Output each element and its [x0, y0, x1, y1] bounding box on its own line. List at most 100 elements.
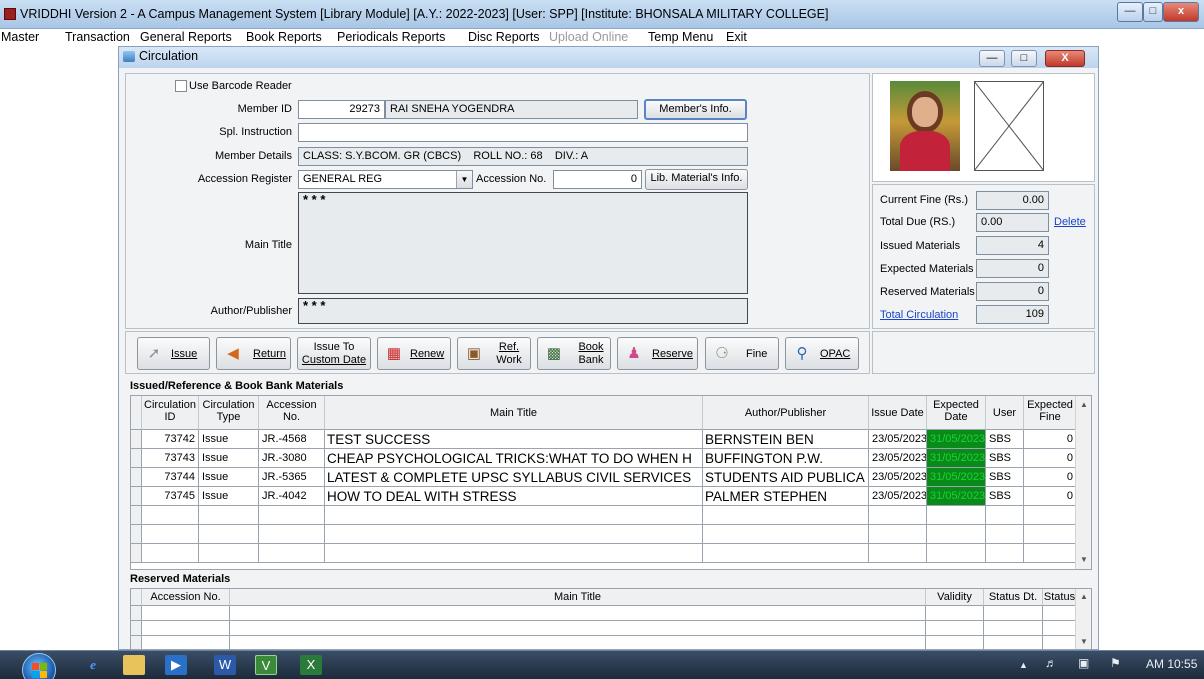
app-icon	[4, 8, 16, 20]
menu-exit[interactable]: Exit	[726, 30, 747, 44]
start-orb[interactable]	[22, 653, 56, 679]
book-bank-button[interactable]: ▩ Book Bank	[537, 337, 611, 370]
minimize-icon[interactable]: —	[1117, 2, 1143, 22]
word-icon[interactable]: W	[214, 655, 236, 675]
menu-general-reports[interactable]: General Reports	[140, 30, 232, 44]
cell-circulation-type	[199, 525, 259, 544]
col-res-validity[interactable]: Validity	[926, 589, 984, 606]
table-row[interactable]	[131, 525, 1077, 544]
issue-to-custom-date-button[interactable]: Issue To Custom Date	[297, 337, 371, 370]
accession-register-label: Accession Register	[197, 173, 292, 185]
cell-accession-no: JR.-4042	[259, 487, 325, 506]
child-close-icon[interactable]: X	[1045, 50, 1085, 67]
ref-work-button[interactable]: ▣ Ref. Work	[457, 337, 531, 370]
media-player-icon[interactable]: ▶	[165, 655, 187, 675]
col-expected-date[interactable]: Expected Date	[927, 396, 986, 430]
barcode-checkbox[interactable]	[175, 80, 187, 92]
menu-transaction[interactable]: Transaction	[65, 30, 130, 44]
row-selector[interactable]	[131, 449, 142, 468]
col-user[interactable]: User	[986, 396, 1024, 430]
child-minimize-icon[interactable]: —	[979, 50, 1005, 67]
menu-disc-reports[interactable]: Disc Reports	[468, 30, 540, 44]
cell-circulation-id: 73744	[142, 468, 199, 487]
ie-icon[interactable]: e	[82, 655, 104, 675]
col-circulation-type[interactable]: Circulation Type	[199, 396, 259, 430]
member-id-input[interactable]: 29273	[298, 100, 385, 119]
col-circulation-id[interactable]: Circulation ID	[142, 396, 199, 430]
accession-no-input[interactable]: 0	[553, 170, 642, 189]
tray-arrow-icon[interactable]: ▲	[1019, 660, 1028, 670]
col-accession-no[interactable]: Accession No.	[259, 396, 325, 430]
spl-instruction-input[interactable]	[298, 123, 748, 142]
col-issue-date[interactable]: Issue Date	[869, 396, 927, 430]
clock[interactable]: AM 10:55	[1146, 657, 1197, 671]
table-row[interactable]: 73742 Issue JR.-4568 TEST SUCCESS BERNSTEIN …	[131, 430, 1077, 449]
folder-icon[interactable]	[123, 655, 145, 675]
col-res-accession-no[interactable]: Accession No.	[142, 589, 230, 606]
row-selector[interactable]	[131, 544, 142, 563]
fine-button[interactable]: ⚆ Fine	[705, 337, 779, 370]
volume-icon[interactable]: ♬	[1045, 656, 1057, 670]
photo-panel	[872, 73, 1095, 182]
res-scroll-up-icon[interactable]: ▲	[1080, 592, 1088, 601]
vriddhi-taskbar-icon[interactable]: V	[255, 655, 277, 675]
table-row[interactable]: 73745 Issue JR.-4042 HOW TO DEAL WITH STRES…	[131, 487, 1077, 506]
reserved-row[interactable]	[131, 606, 1077, 621]
chevron-down-icon[interactable]: ▼	[456, 171, 472, 188]
scroll-down-icon[interactable]: ▼	[1080, 555, 1088, 564]
cell-main-title: CHEAP PSYCHOLOGICAL TRICKS:WHAT TO DO WH…	[325, 449, 703, 468]
lib-material-info-button[interactable]: Lib. Material's Info.	[645, 169, 748, 190]
delete-link[interactable]: Delete	[1054, 216, 1086, 228]
menu-temp-menu[interactable]: Temp Menu	[648, 30, 713, 44]
ref-label-line1: Ref.	[498, 341, 520, 353]
issued-grid-scrollbar[interactable]: ▲ ▼	[1075, 396, 1091, 569]
renew-button[interactable]: ▦ Renew	[377, 337, 451, 370]
res-scroll-down-icon[interactable]: ▼	[1080, 637, 1088, 646]
cell-main-title: HOW TO DEAL WITH STRESS	[325, 487, 703, 506]
cell-circulation-type	[199, 506, 259, 525]
table-row[interactable]: 73744 Issue JR.-5365 LATEST & COMPLETE UPSC…	[131, 468, 1077, 487]
excel-icon[interactable]: X	[300, 655, 322, 675]
cell-expected-fine: 0	[1024, 468, 1077, 487]
scroll-up-icon[interactable]: ▲	[1080, 400, 1088, 409]
flag-icon[interactable]: ⚑	[1110, 656, 1121, 670]
col-res-status[interactable]: Status	[1043, 589, 1077, 606]
reserved-cell	[926, 606, 984, 621]
col-expected-fine[interactable]: Expected Fine	[1024, 396, 1077, 430]
col-res-main-title[interactable]: Main Title	[230, 589, 926, 606]
menu-periodicals-reports[interactable]: Periodicals Reports	[337, 30, 445, 44]
col-res-status-dt[interactable]: Status Dt.	[984, 589, 1043, 606]
opac-button[interactable]: ⚲ OPAC	[785, 337, 859, 370]
col-author-publisher[interactable]: Author/Publisher	[703, 396, 869, 430]
issue-button[interactable]: ➚ Issue	[137, 337, 210, 370]
total-circulation-link[interactable]: Total Circulation	[880, 309, 958, 321]
row-selector[interactable]	[131, 487, 142, 506]
table-row[interactable]: 73743 Issue JR.-3080 CHEAP PSYCHOLOGICAL TR…	[131, 449, 1077, 468]
reserved-row[interactable]	[131, 621, 1077, 636]
row-selector[interactable]	[131, 468, 142, 487]
reserved-grid-scrollbar[interactable]: ▲ ▼	[1075, 589, 1091, 649]
reserved-cell	[230, 621, 926, 636]
reserved-cell	[926, 636, 984, 649]
member-name-field: RAI SNEHA YOGENDRA	[385, 100, 638, 119]
child-maximize-icon[interactable]: □	[1011, 50, 1037, 67]
row-selector[interactable]	[131, 525, 142, 544]
reserve-button[interactable]: ♟ Reserve	[617, 337, 698, 370]
row-selector[interactable]	[131, 430, 142, 449]
maximize-icon[interactable]: □	[1143, 2, 1163, 22]
reserved-row[interactable]	[131, 636, 1077, 649]
members-info-button[interactable]: Member's Info.	[644, 99, 747, 120]
col-main-title[interactable]: Main Title	[325, 396, 703, 430]
return-button[interactable]: ◀ Return	[216, 337, 291, 370]
table-row[interactable]	[131, 506, 1077, 525]
menu-bar: Master Transaction General Reports Book …	[0, 29, 1204, 46]
row-selector[interactable]	[131, 506, 142, 525]
table-row[interactable]	[131, 544, 1077, 563]
close-icon[interactable]: x	[1163, 2, 1199, 22]
menu-master[interactable]: Master	[1, 30, 39, 44]
menu-book-reports[interactable]: Book Reports	[246, 30, 322, 44]
network-icon[interactable]: ▣	[1078, 656, 1089, 670]
member-form-panel: Use Barcode Reader Member ID 29273 RAI S…	[125, 73, 870, 329]
cell-issue-date	[869, 525, 927, 544]
accession-register-select[interactable]: GENERAL REG ▼	[298, 170, 473, 189]
